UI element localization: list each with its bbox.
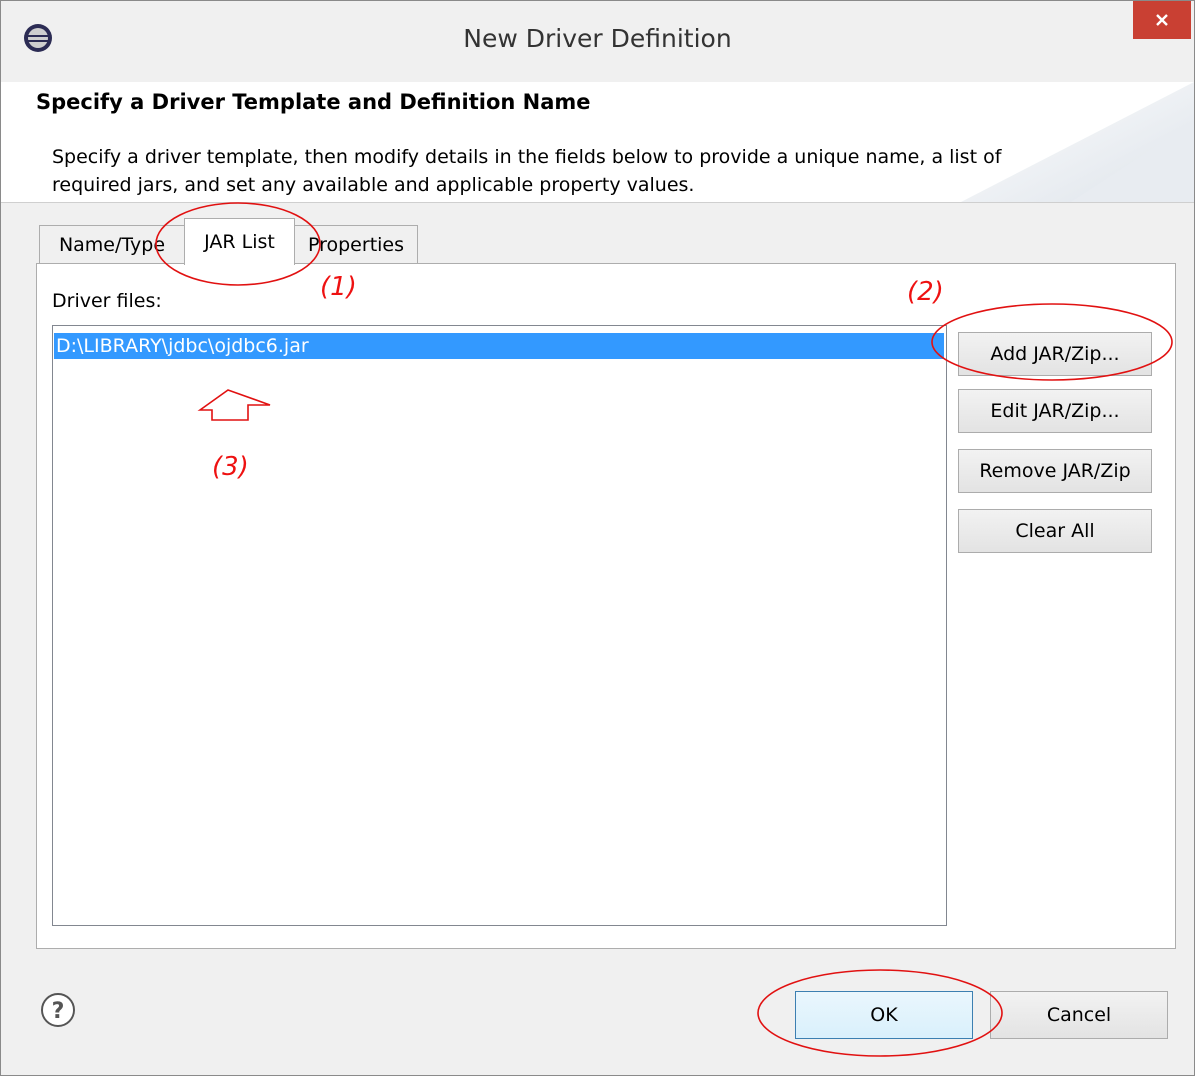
list-item[interactable]: D:\LIBRARY\jdbc\ojdbc6.jar <box>54 333 944 359</box>
edit-jar-button[interactable]: Edit JAR/Zip... <box>958 389 1152 433</box>
ok-button[interactable]: OK <box>795 991 973 1039</box>
tab-properties[interactable]: Properties <box>294 225 418 263</box>
page-description: Specify a driver template, then modify d… <box>52 146 1002 196</box>
remove-jar-button[interactable]: Remove JAR/Zip <box>958 449 1152 493</box>
close-button[interactable] <box>1133 1 1191 39</box>
clear-all-button[interactable]: Clear All <box>958 509 1152 553</box>
annotation-marker-2: (2) <box>907 277 944 307</box>
annotation-marker-3: (3) <box>212 452 249 482</box>
page-title: Specify a Driver Template and Definition… <box>36 90 591 114</box>
add-jar-button[interactable]: Add JAR/Zip... <box>958 332 1152 376</box>
driver-files-label: Driver files: <box>52 290 162 312</box>
tab-jar-list[interactable]: JAR List <box>184 218 295 265</box>
svg-text:?: ? <box>52 999 65 1024</box>
help-icon[interactable]: ? <box>40 992 76 1028</box>
tab-name-type[interactable]: Name/Type <box>39 225 185 263</box>
close-icon <box>1156 14 1168 26</box>
jar-listbox[interactable] <box>52 325 947 926</box>
window-title: New Driver Definition <box>463 24 732 53</box>
cancel-button[interactable]: Cancel <box>990 991 1168 1039</box>
annotation-marker-1: (1) <box>320 272 357 302</box>
